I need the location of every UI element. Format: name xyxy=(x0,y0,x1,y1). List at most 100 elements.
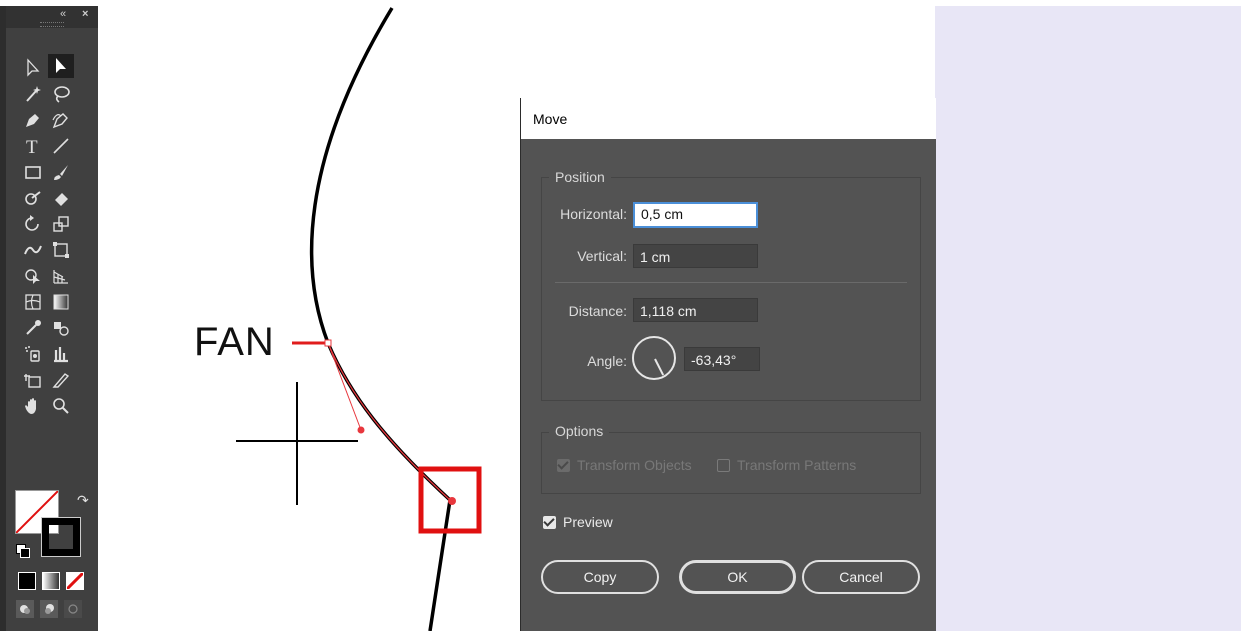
preview-checkbox[interactable] xyxy=(543,516,556,529)
free-transform-icon xyxy=(53,242,69,258)
column-graph-icon xyxy=(54,347,68,363)
color-mode-button[interactable] xyxy=(18,572,36,590)
slice-tool[interactable] xyxy=(48,368,74,392)
gradient-tool[interactable] xyxy=(48,290,74,314)
copy-button[interactable]: Copy xyxy=(541,560,659,594)
panel-grip[interactable] xyxy=(40,22,64,27)
handle-line xyxy=(327,342,362,431)
eraser-icon xyxy=(55,193,68,206)
type-icon: T xyxy=(26,137,38,158)
zoom-magnifier-icon xyxy=(53,398,69,414)
tools-panel: « × T ↷ xyxy=(0,6,98,631)
transform-patterns-label: Transform Patterns xyxy=(737,457,857,473)
move-dialog: Move Position Horizontal: 0,5 cm Vertica… xyxy=(520,98,936,631)
rotate-icon xyxy=(25,215,39,231)
artboard-tool[interactable] xyxy=(20,368,46,392)
curve-path xyxy=(309,7,452,631)
ok-button[interactable]: OK xyxy=(679,560,796,594)
mesh-tool[interactable] xyxy=(20,290,46,314)
angle-label: Angle: xyxy=(587,353,627,369)
transform-objects-checkbox[interactable] xyxy=(557,459,570,472)
vertical-label: Vertical: xyxy=(577,248,627,264)
vertical-input[interactable]: 1 cm xyxy=(633,244,758,268)
options-legend: Options xyxy=(549,423,610,439)
blend-icon xyxy=(54,322,69,336)
scale-icon xyxy=(53,216,69,232)
eyedropper-icon xyxy=(26,320,41,335)
rectangle-tool[interactable] xyxy=(20,160,46,184)
angle-dial[interactable] xyxy=(632,336,676,380)
slice-icon xyxy=(52,373,70,388)
magic-wand-icon xyxy=(26,86,41,102)
draw-inside-button[interactable] xyxy=(64,600,82,618)
rotate-tool[interactable] xyxy=(20,212,46,236)
pen-icon xyxy=(26,114,39,127)
preview-label: Preview xyxy=(563,514,613,530)
selection-tool[interactable] xyxy=(48,54,74,78)
eraser-tool[interactable] xyxy=(48,186,74,210)
dialog-titlebar[interactable]: Move xyxy=(521,98,936,139)
swap-fill-stroke-icon[interactable]: ↷ xyxy=(77,492,89,509)
fan-label: FAN xyxy=(194,320,275,364)
magic-wand-tool[interactable] xyxy=(20,82,46,106)
draw-behind-icon xyxy=(45,604,54,614)
line-segment-icon xyxy=(53,138,69,154)
scale-tool[interactable] xyxy=(48,212,74,236)
line-segment-tool[interactable] xyxy=(48,134,74,158)
shaper-tool[interactable] xyxy=(20,186,46,210)
lasso-tool[interactable] xyxy=(48,82,74,106)
none-slash-icon xyxy=(67,573,83,589)
eyedropper-tool[interactable] xyxy=(20,316,46,340)
selected-path-highlight xyxy=(327,342,451,501)
draw-normal-button[interactable] xyxy=(16,600,34,618)
width-icon xyxy=(24,245,42,255)
gradient-mode-button[interactable] xyxy=(42,572,60,590)
paintbrush-icon xyxy=(54,165,68,180)
lasso-icon xyxy=(54,86,70,103)
cancel-button[interactable]: Cancel xyxy=(802,560,920,594)
angle-dial-needle xyxy=(654,358,665,376)
close-panel-icon[interactable]: × xyxy=(82,8,88,20)
free-transform-tool[interactable] xyxy=(48,238,74,262)
curvature-tool[interactable] xyxy=(48,108,74,132)
mesh-icon xyxy=(25,294,41,310)
transform-patterns-checkbox[interactable] xyxy=(717,459,730,472)
distance-input[interactable]: 1,118 cm xyxy=(633,298,758,322)
draw-inside-icon xyxy=(68,604,78,614)
transform-objects-label: Transform Objects xyxy=(577,457,692,473)
selection-arrow-icon xyxy=(56,58,66,73)
hand-icon xyxy=(25,398,36,414)
type-tool[interactable]: T xyxy=(20,134,46,158)
zoom-tool[interactable] xyxy=(48,394,74,418)
dialog-title: Move xyxy=(533,111,568,127)
pen-tool[interactable] xyxy=(20,108,46,132)
symbol-sprayer-tool[interactable] xyxy=(20,342,46,366)
perspective-grid-tool[interactable] xyxy=(48,264,74,288)
paintbrush-tool[interactable] xyxy=(48,160,74,184)
direct-selection-tool[interactable] xyxy=(20,56,46,80)
draw-behind-button[interactable] xyxy=(40,600,58,618)
collapse-panel-icon[interactable]: « xyxy=(60,8,66,20)
distance-label: Distance: xyxy=(568,303,627,319)
curvature-pen-icon xyxy=(52,113,68,129)
artboard-icon xyxy=(24,374,41,388)
horizontal-input[interactable]: 0,5 cm xyxy=(633,202,758,228)
default-fill-stroke-icon-back xyxy=(20,548,30,558)
end-anchor-point xyxy=(448,497,456,505)
perspective-grid-icon xyxy=(53,270,68,284)
width-tool[interactable] xyxy=(20,238,46,262)
handle-point xyxy=(357,426,365,434)
direct-selection-arrow-icon xyxy=(27,58,40,77)
position-legend: Position xyxy=(549,169,611,185)
gradient-icon xyxy=(53,294,69,310)
svg-text:T: T xyxy=(26,137,38,158)
blend-tool[interactable] xyxy=(48,316,74,340)
hand-tool[interactable] xyxy=(20,394,46,418)
shape-builder-tool[interactable] xyxy=(20,264,46,288)
stroke-swatch[interactable] xyxy=(41,517,81,557)
tools-panel-header[interactable]: « × xyxy=(6,6,98,28)
none-mode-button[interactable] xyxy=(66,572,84,590)
angle-input[interactable]: -63,43° xyxy=(684,347,760,371)
symbol-sprayer-icon xyxy=(25,346,40,362)
column-graph-tool[interactable] xyxy=(48,342,74,366)
